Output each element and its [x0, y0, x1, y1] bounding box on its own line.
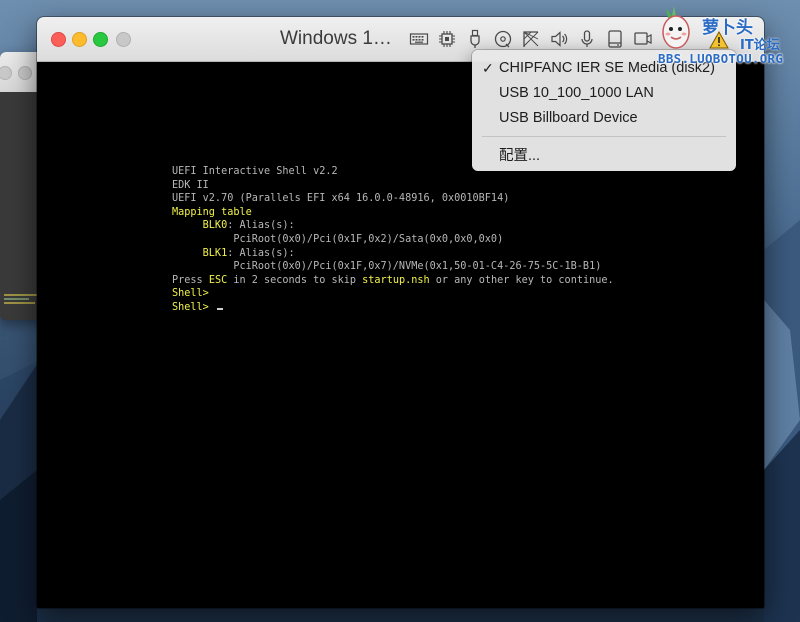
keyboard-icon[interactable] — [409, 29, 429, 49]
minimize-button[interactable] — [72, 32, 87, 47]
microphone-icon[interactable] — [577, 29, 597, 49]
console-text-segment: BLK0 — [172, 220, 228, 232]
console-text-segment: : Alias(s): — [227, 247, 295, 259]
menu-item-label: USB Billboard Device — [499, 110, 638, 126]
console-text-segment: PciRoot(0x0)/Pci(0x1F,0x2)/Sata(0x0,0x0,… — [172, 233, 504, 245]
console-text-segment: Shell> — [172, 301, 215, 313]
uefi-shell-console[interactable]: UEFI Interactive Shell v2.2 EDK II UEFI v2… — [172, 165, 614, 315]
text-cursor — [216, 307, 223, 310]
network-icon[interactable] — [521, 29, 541, 49]
checkmark-icon: ✓ — [482, 60, 494, 76]
console-line: UEFI v2.70 (Parallels EFI x64 16.0.0-489… — [172, 192, 614, 206]
background-window-button[interactable] — [18, 66, 32, 80]
background-window-button[interactable] — [0, 66, 12, 80]
menu-item-label: USB 10_100_1000 LAN — [499, 85, 654, 101]
desktop: { "window": { "title": "Windows 1…" }, "… — [0, 0, 800, 622]
console-text-segment: EDK II — [172, 179, 209, 191]
menu-item-usb-billboard[interactable]: USB Billboard Device — [472, 107, 736, 129]
maximize-button[interactable] — [93, 32, 108, 47]
console-line: Press ESC in 2 seconds to skip startup.n… — [172, 274, 614, 288]
close-button[interactable] — [51, 32, 66, 47]
watermark-url: BBS.LUOBOTOU.ORG — [658, 51, 784, 66]
console-text-segment: : Alias(s): — [227, 220, 295, 232]
console-text-segment: Press — [172, 274, 209, 286]
cd-icon[interactable] — [493, 29, 513, 49]
window-title: Windows 1… — [280, 28, 392, 49]
console-text-segment: UEFI Interactive Shell v2.2 — [172, 166, 338, 177]
usb-icon[interactable] — [465, 29, 485, 49]
sound-icon[interactable] — [549, 29, 569, 49]
display-icon[interactable] — [633, 29, 653, 49]
usb-devices-menu: ✓ CHIPFANC IER SE Media (disk2) USB 10_1… — [472, 50, 736, 171]
console-line: BLK0: Alias(s): — [172, 219, 614, 233]
console-line: EDK II — [172, 179, 614, 193]
console-line: Shell> — [172, 301, 614, 315]
warning-icon — [709, 31, 729, 49]
console-line: Mapping table — [172, 206, 614, 220]
console-text-segment: Shell> — [172, 288, 209, 300]
pause-button[interactable] — [116, 32, 131, 47]
background-window-text — [4, 292, 40, 312]
console-line: Shell> — [172, 287, 614, 301]
console-text-segment: or any other key to continue. — [429, 274, 614, 286]
radish-mascot-logo — [662, 6, 690, 49]
console-line: PciRoot(0x0)/Pci(0x1F,0x7)/NVMe(0x1,50-0… — [172, 260, 614, 274]
console-line: PciRoot(0x0)/Pci(0x1F,0x2)/Sata(0x0,0x0,… — [172, 233, 614, 247]
console-text-segment: Mapping table — [172, 206, 252, 218]
menu-item-configure[interactable]: 配置... — [472, 145, 736, 167]
menu-item-usb-lan[interactable]: USB 10_100_1000 LAN — [472, 82, 736, 104]
menu-item-label: 配置... — [499, 148, 541, 164]
menu-separator — [482, 136, 726, 137]
console-text-segment: in 2 seconds to skip — [227, 274, 363, 286]
console-text-segment: BLK1 — [172, 247, 228, 259]
console-text-segment: startup.nsh — [362, 274, 430, 286]
console-line: BLK1: Alias(s): — [172, 247, 614, 261]
console-text-segment: ESC — [208, 274, 228, 286]
console-text-segment: UEFI v2.70 (Parallels EFI x64 16.0.0-489… — [172, 193, 510, 205]
cpu-icon[interactable] — [437, 29, 457, 49]
site-watermark: 萝卜头 IT论坛 BBS.LUOBOTOU.ORG — [652, 4, 800, 68]
hard-disk-icon[interactable] — [605, 29, 625, 49]
console-text-segment: PciRoot(0x0)/Pci(0x1F,0x7)/NVMe(0x1,50-0… — [172, 261, 602, 273]
